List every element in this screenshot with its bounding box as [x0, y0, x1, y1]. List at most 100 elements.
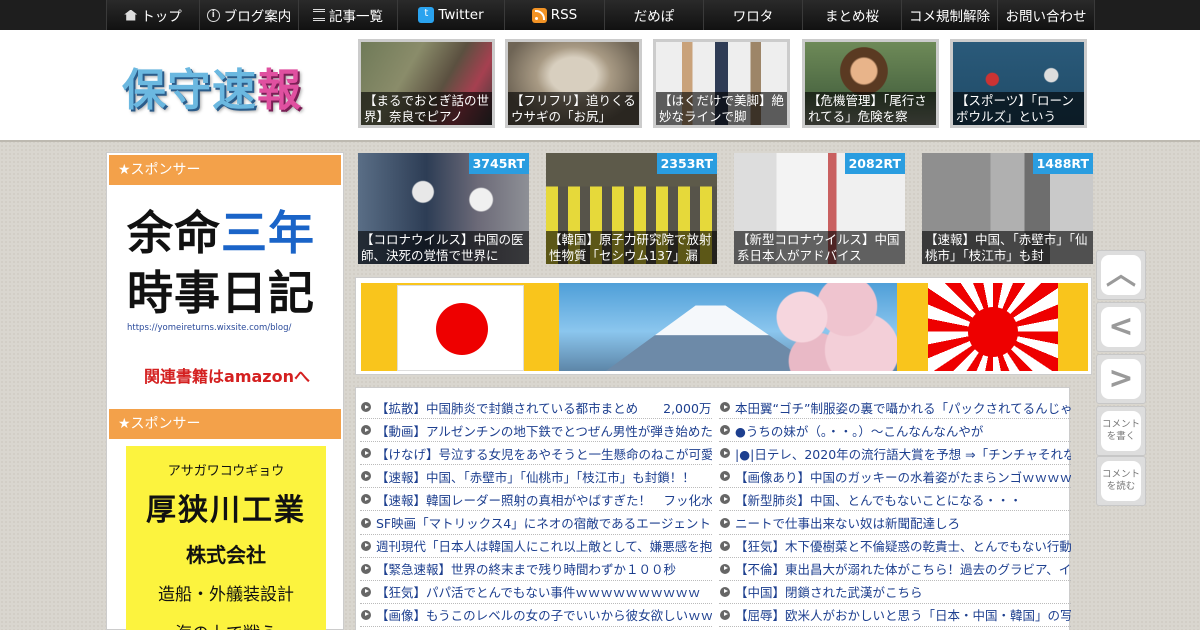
header-thumb[interactable]: 【スポーツ】「ローンボウルズ」という — [950, 39, 1087, 128]
list-item[interactable]: 【緊急速報】世界の終末まで残り時間わずか１００秒 — [360, 558, 712, 581]
top-nav-items: トップ i ブログ案内 記事一覧 t Twitter RSS だめぽ ワロタ まとめ… — [106, 0, 1095, 30]
nav-home[interactable]: トップ — [106, 0, 199, 30]
article-title: 【拡散】中国肺炎で封鎖されている都市まとめ 2,000万人以上が — [376, 400, 712, 416]
list-item[interactable]: 【新型肺炎】中国、とんでもないことになる・・・ — [719, 488, 1071, 512]
nav-rss[interactable]: RSS — [504, 0, 604, 30]
nav-blog-guide[interactable]: i ブログ案内 — [199, 0, 298, 30]
list-item[interactable]: 【画像】もうこのレベルの女の子でいいから彼女欲しいｗｗｗｗ — [360, 604, 712, 627]
ranking-thumb[interactable]: 1488RT 【速報】中国、「赤壁市」「仙桃市」「枝江市」も封 — [922, 153, 1093, 264]
rising-sun-flag-icon — [928, 283, 1058, 371]
arrow-bullet-icon — [361, 586, 371, 597]
arrow-bullet-icon — [361, 494, 371, 505]
nav-label: 記事一覧 — [329, 9, 383, 25]
nav-damepo[interactable]: だめぽ — [604, 0, 703, 30]
list-item[interactable]: 【速報】韓国レーダー照射の真相がやばすぎた！ フッ化水素 — [360, 488, 712, 512]
thumb-caption: 【まるでおとぎ話の世界】奈良でピアノ — [361, 92, 492, 125]
nav-comment-unban[interactable]: コメ規制解除 — [901, 0, 997, 30]
list-item[interactable]: 【けなげ】号泣する女児をあやそうと一生懸命のねこが可愛い — [360, 442, 712, 466]
list-item[interactable]: 本田翼“ゴチ”制服姿の裏で囁かれる「パックされてるんじゃね — [719, 396, 1071, 420]
nav-warota[interactable]: ワロタ — [703, 0, 802, 30]
thumb-caption: 【はくだけで美脚】絶妙なラインで脚 — [656, 92, 787, 125]
next-button[interactable]: > — [1096, 354, 1146, 404]
arrow-bullet-icon — [361, 448, 371, 459]
ranking-thumb[interactable]: 2082RT 【新型コロナウイルス】中国系日本人がアドバイス — [734, 153, 905, 264]
chevron-up-icon: ︿ — [1106, 257, 1136, 292]
article-column-right: 本田翼“ゴチ”制服姿の裏で囁かれる「パックされてるんじゃね ●うちの妹が（。・・。… — [719, 396, 1071, 627]
list-item[interactable]: ●うちの妹が（。・・。）～こんなんなんやが — [719, 419, 1071, 443]
list-item[interactable]: 【動画】アルゼンチンの地下鉄でとつぜん男性が弾き始めた曲 — [360, 419, 712, 443]
article-title: 【屈辱】欧米人がおかしいと思う「日本・中国・韓国」の写真 — [735, 608, 1071, 624]
arrow-bullet-icon — [720, 540, 730, 551]
home-icon — [124, 9, 138, 21]
nav-twitter[interactable]: t Twitter — [397, 0, 504, 30]
nav-label: だめぽ — [633, 9, 675, 25]
sponsor-header: ★スポンサー — [109, 155, 341, 185]
article-title: |●|日テレ、2020年の流行語大賞を予想 ⇒「チンチャそれな」か — [735, 446, 1071, 462]
flag-banner[interactable] — [355, 277, 1092, 375]
banner-image — [361, 283, 1088, 371]
article-title: ニートで仕事出来ない奴は新聞配達しろ — [735, 516, 961, 532]
japan-flag-icon — [397, 285, 524, 371]
arrow-bullet-icon — [720, 609, 730, 620]
write-comment-button[interactable]: コメントを書く — [1096, 406, 1146, 456]
list-item[interactable]: 週刊現代「日本人は韓国人にこれ以上敵として、嫌悪感を抱い — [360, 535, 712, 558]
rt-badge: 2082RT — [844, 153, 905, 174]
article-title: ●うちの妹が（。・・。）～こんなんなんやが — [735, 423, 984, 439]
article-title: 【中国】閉鎖された武漢がこちら — [735, 585, 923, 601]
list-item[interactable]: 【速報】中国、「赤壁市」「仙桃市」「枝江市」も封鎖！！ — [360, 465, 712, 489]
article-column-left: 【拡散】中国肺炎で封鎖されている都市まとめ 2,000万人以上が【動画】アルゼン… — [360, 396, 712, 627]
ad-service: 造船・外艤装設計 — [158, 585, 294, 605]
ranking-thumb[interactable]: 3745RT 【コロナウイルス】中国の医師、決死の覚悟で世界に — [358, 153, 529, 264]
ad-url: https://yomeireturns.wixsite.com/blog/ — [127, 323, 292, 333]
nav-matome-sakura[interactable]: まとめ桜 — [802, 0, 901, 30]
list-item[interactable]: 【狂気】木下優樹菜と不倫疑惑の乾貴士、とんでもない行動ｗ — [719, 535, 1071, 558]
list-item[interactable]: 【画像あり】中国のガッキーの水着姿がたまらンゴｗｗｗｗｗｗ — [719, 465, 1071, 489]
list-item[interactable]: SF映画「マトリックス4」にネオの宿敵であるエージェント・スミス — [360, 511, 712, 535]
nav-label: Twitter — [438, 7, 484, 23]
site-logo[interactable]: 保守速報 — [122, 54, 302, 118]
mount-fuji-image — [559, 283, 897, 371]
list-item[interactable]: 【拡散】中国肺炎で封鎖されている都市まとめ 2,000万人以上が — [360, 396, 712, 420]
header-thumb[interactable]: 【フリフリ】追りくるウサギの「お尻」 — [505, 39, 642, 128]
sponsor-ad-asagawa[interactable]: アサガワコウギョウ 厚狭川工業 株式会社 造船・外艤装設計 海の上で戦う — [126, 446, 326, 630]
chevron-right-icon: > — [1108, 361, 1134, 396]
arrow-bullet-icon — [361, 540, 371, 551]
arrow-bullet-icon — [361, 471, 371, 482]
article-title: 【けなげ】号泣する女児をあやそうと一生懸命のねこが可愛い — [376, 446, 712, 462]
ad-title-line: 余命三年 — [127, 206, 315, 260]
nav-contact[interactable]: お問い合わせ — [997, 0, 1095, 30]
thumb-caption: 【韓国】原子力研究院で放射性物質「セシウム137」漏 — [546, 231, 717, 264]
ad-company-name: 厚狭川工業 — [146, 493, 306, 528]
nav-label: コメ規制解除 — [909, 9, 990, 25]
scroll-top-button[interactable]: ︿ — [1096, 250, 1146, 300]
list-item[interactable]: 【屈辱】欧米人がおかしいと思う「日本・中国・韓国」の写真 — [719, 604, 1071, 627]
list-item[interactable]: 【狂気】パパ活でとんでもない事件ｗｗｗｗｗｗｗｗｗｗ — [360, 581, 712, 604]
list-item[interactable]: ニートで仕事出来ない奴は新聞配達しろ — [719, 511, 1071, 535]
sponsor-ad-yomei[interactable]: 余命三年 時事日記 https://yomeireturns.wixsite.c… — [127, 203, 327, 386]
thumb-caption: 【新型コロナウイルス】中国系日本人がアドバイス — [734, 231, 905, 264]
article-title: 【狂気】パパ活でとんでもない事件ｗｗｗｗｗｗｗｗｗｗ — [376, 585, 701, 601]
read-comment-button[interactable]: コメントを読む — [1096, 456, 1146, 506]
nav-article-list[interactable]: 記事一覧 — [298, 0, 397, 30]
header-thumb[interactable]: 【危機管理】「尾行されてる」危険を察 — [802, 39, 939, 128]
list-item[interactable]: 【中国】閉鎖された武漢がこちら — [719, 581, 1071, 604]
article-title: 【狂気】木下優樹菜と不倫疑惑の乾貴士、とんでもない行動ｗ — [735, 539, 1071, 555]
arrow-bullet-icon — [720, 494, 730, 505]
ranking-thumb[interactable]: 2353RT 【韓国】原子力研究院で放射性物質「セシウム137」漏 — [546, 153, 717, 264]
nav-label: お問い合わせ — [1005, 9, 1087, 25]
header-thumb[interactable]: 【まるでおとぎ話の世界】奈良でピアノ — [358, 39, 495, 128]
arrow-bullet-icon — [720, 586, 730, 597]
arrow-bullet-icon — [361, 563, 371, 574]
write-comment-label: コメントを書く — [1101, 419, 1140, 442]
nav-label: まとめ桜 — [825, 9, 879, 25]
sidebar: ★スポンサー 余命三年 時事日記 https://yomeireturns.wi… — [106, 152, 344, 630]
arrow-bullet-icon — [720, 563, 730, 574]
list-icon — [313, 9, 325, 21]
article-title: 【動画】アルゼンチンの地下鉄でとつぜん男性が弾き始めた曲 — [376, 423, 712, 439]
list-item[interactable]: |●|日テレ、2020年の流行語大賞を予想 ⇒「チンチャそれな」か — [719, 442, 1071, 466]
prev-button[interactable]: < — [1096, 302, 1146, 352]
header-thumb[interactable]: 【はくだけで美脚】絶妙なラインで脚 — [653, 39, 790, 128]
list-item[interactable]: 【不倫】東出昌大が溺れた体がこちら！過去のグラビア、イン — [719, 558, 1071, 581]
thumb-caption: 【危機管理】「尾行されてる」危険を察 — [805, 92, 936, 125]
rss-icon — [531, 7, 547, 23]
